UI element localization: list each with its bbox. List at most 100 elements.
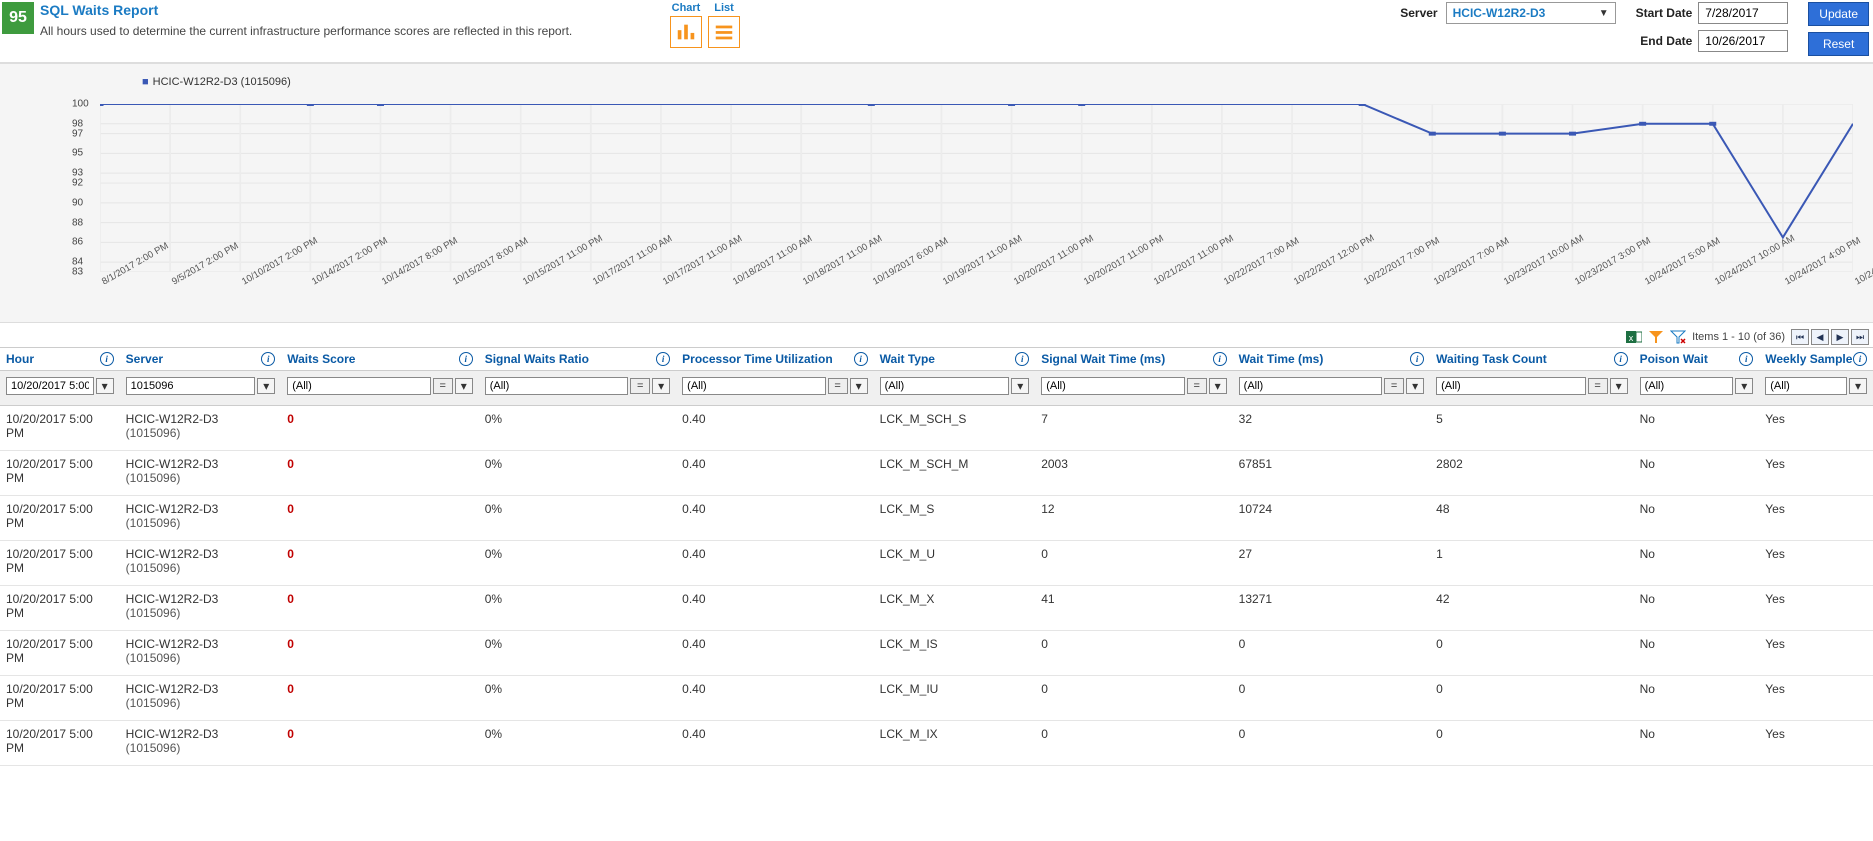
update-button[interactable]: Update (1808, 2, 1869, 26)
filter-icon[interactable] (1648, 329, 1664, 345)
info-icon[interactable]: i (1015, 352, 1029, 366)
filter-input-signal_ratio[interactable] (485, 377, 628, 395)
filter-input-wait_time_ms[interactable] (1239, 377, 1382, 395)
chart-view-button[interactable] (670, 16, 702, 48)
info-icon[interactable]: i (1614, 352, 1628, 366)
info-icon[interactable]: i (1853, 352, 1867, 366)
cell-signal-ratio: 0% (479, 676, 676, 721)
column-header-signal_wait_ms[interactable]: Signal Wait Time (ms)i (1035, 348, 1232, 371)
info-icon[interactable]: i (459, 352, 473, 366)
column-header-proc_util[interactable]: Processor Time Utilizationi (676, 348, 873, 371)
cell-server: HCIC-W12R2-D3(1015096) (120, 451, 282, 496)
filter-input-weekly[interactable] (1765, 377, 1847, 395)
clear-filter-icon[interactable] (1670, 329, 1686, 345)
filter-input-waits_score[interactable] (287, 377, 430, 395)
end-date-input[interactable] (1698, 30, 1788, 52)
filter-dropdown-icon[interactable]: ▾ (1011, 378, 1029, 394)
info-icon[interactable]: i (854, 352, 868, 366)
cell-task-count: 48 (1430, 496, 1633, 541)
filter-dropdown-icon[interactable]: ▾ (850, 378, 868, 394)
filter-dropdown-icon[interactable]: ▾ (652, 378, 670, 394)
server-dropdown[interactable]: HCIC-W12R2-D3 ▼ (1446, 2, 1616, 24)
cell-server: HCIC-W12R2-D3(1015096) (120, 721, 282, 766)
cell-wait-type: LCK_M_S (874, 496, 1036, 541)
column-header-hour[interactable]: Houri (0, 348, 120, 371)
info-icon[interactable]: i (1739, 352, 1753, 366)
filter-operator[interactable]: = (1588, 378, 1608, 394)
page-first-button[interactable]: ⏮ (1791, 329, 1809, 345)
filter-input-hour[interactable] (6, 377, 94, 395)
cell-signal-wait-ms: 7 (1035, 406, 1232, 451)
cell-poison: No (1634, 676, 1760, 721)
filter-input-signal_wait_ms[interactable] (1041, 377, 1184, 395)
column-header-wait_type[interactable]: Wait Typei (874, 348, 1036, 371)
filter-operator[interactable]: = (828, 378, 848, 394)
filter-dropdown-icon[interactable]: ▾ (1406, 378, 1424, 394)
table-row[interactable]: 10/20/2017 5:00 PMHCIC-W12R2-D3(1015096)… (0, 676, 1873, 721)
filter-input-wait_type[interactable] (880, 377, 1010, 395)
filter-operator[interactable]: = (433, 378, 453, 394)
y-tick-label: 100 (72, 99, 89, 110)
filter-operator[interactable]: = (630, 378, 650, 394)
cell-waits-score: 0 (281, 406, 478, 451)
legend-marker-icon: ■ (142, 76, 149, 88)
filter-operator[interactable]: = (1187, 378, 1207, 394)
cell-wait-time-ms: 10724 (1233, 496, 1430, 541)
table-row[interactable]: 10/20/2017 5:00 PMHCIC-W12R2-D3(1015096)… (0, 406, 1873, 451)
y-tick-label: 90 (72, 197, 83, 208)
chart-plot[interactable]: 10098979593929088868483 (100, 104, 1853, 272)
info-icon[interactable]: i (1410, 352, 1424, 366)
filter-input-server[interactable] (126, 377, 256, 395)
cell-hour: 10/20/2017 5:00 PM (0, 721, 120, 766)
table-row[interactable]: 10/20/2017 5:00 PMHCIC-W12R2-D3(1015096)… (0, 496, 1873, 541)
cell-proc-util: 0.40 (676, 631, 873, 676)
cell-poison: No (1634, 496, 1760, 541)
column-header-label: Waits Score (287, 352, 355, 366)
reset-button[interactable]: Reset (1808, 32, 1869, 56)
column-header-task_count[interactable]: Waiting Task Counti (1430, 348, 1633, 371)
column-header-signal_ratio[interactable]: Signal Waits Ratioi (479, 348, 676, 371)
cell-waits-score: 0 (281, 496, 478, 541)
table-row[interactable]: 10/20/2017 5:00 PMHCIC-W12R2-D3(1015096)… (0, 541, 1873, 586)
list-view-button[interactable] (708, 16, 740, 48)
column-header-poison[interactable]: Poison Waiti (1634, 348, 1760, 371)
info-icon[interactable]: i (261, 352, 275, 366)
export-excel-icon[interactable]: x (1626, 329, 1642, 345)
info-icon[interactable]: i (1213, 352, 1227, 366)
cell-waits-score: 0 (281, 721, 478, 766)
list-icon (713, 21, 735, 43)
table-row[interactable]: 10/20/2017 5:00 PMHCIC-W12R2-D3(1015096)… (0, 586, 1873, 631)
filter-dropdown-icon[interactable]: ▾ (1610, 378, 1628, 394)
info-icon[interactable]: i (100, 352, 114, 366)
cell-task-count: 42 (1430, 586, 1633, 631)
table-row[interactable]: 10/20/2017 5:00 PMHCIC-W12R2-D3(1015096)… (0, 721, 1873, 766)
table-row[interactable]: 10/20/2017 5:00 PMHCIC-W12R2-D3(1015096)… (0, 631, 1873, 676)
filter-operator[interactable]: = (1384, 378, 1404, 394)
start-date-input[interactable] (1698, 2, 1788, 24)
cell-signal-wait-ms: 12 (1035, 496, 1232, 541)
page-prev-button[interactable]: ◀ (1811, 329, 1829, 345)
y-tick-label: 92 (72, 178, 83, 189)
filter-dropdown-icon[interactable]: ▾ (1849, 378, 1867, 394)
page-next-button[interactable]: ▶ (1831, 329, 1849, 345)
filter-input-proc_util[interactable] (682, 377, 825, 395)
column-header-waits_score[interactable]: Waits Score i (281, 348, 478, 371)
filter-dropdown-icon[interactable]: ▾ (257, 378, 275, 394)
cell-proc-util: 0.40 (676, 721, 873, 766)
cell-waits-score: 0 (281, 541, 478, 586)
y-tick-label: 95 (72, 148, 83, 159)
filter-dropdown-icon[interactable]: ▾ (455, 378, 473, 394)
page-last-button[interactable]: ⏭ (1851, 329, 1869, 345)
column-header-wait_time_ms[interactable]: Wait Time (ms)i (1233, 348, 1430, 371)
cell-wait-type: LCK_M_IS (874, 631, 1036, 676)
table-row[interactable]: 10/20/2017 5:00 PMHCIC-W12R2-D3(1015096)… (0, 451, 1873, 496)
column-header-server[interactable]: Serveri (120, 348, 282, 371)
filter-input-task_count[interactable] (1436, 377, 1585, 395)
filter-dropdown-icon[interactable]: ▾ (1209, 378, 1227, 394)
filter-dropdown-icon[interactable]: ▾ (1735, 378, 1753, 394)
filter-dropdown-icon[interactable]: ▾ (96, 378, 114, 394)
filter-input-poison[interactable] (1640, 377, 1734, 395)
info-icon[interactable]: i (656, 352, 670, 366)
column-header-weekly[interactable]: Weekly Samplei (1759, 348, 1873, 371)
cell-weekly: Yes (1759, 406, 1873, 451)
